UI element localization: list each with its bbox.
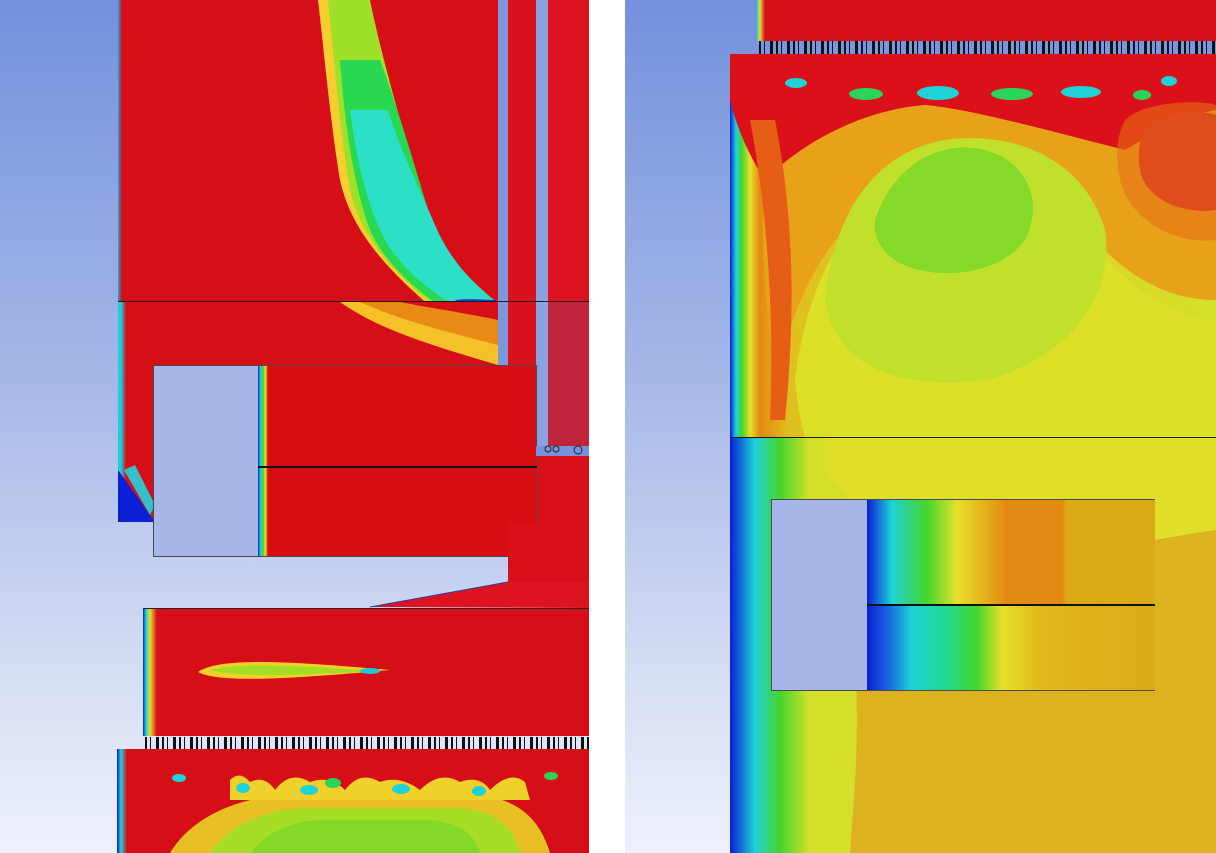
left-contour-panel (0, 0, 589, 853)
left-bottom-hotspot-2 (236, 783, 250, 793)
right-inset-gradient-upper (867, 500, 1155, 604)
left-bottom-hotspot-5 (392, 784, 410, 794)
right-inset-blank-area (772, 500, 867, 690)
right-inset-box (771, 499, 1155, 691)
left-bottom-hotspot-1 (172, 774, 186, 782)
left-bottom-hotspot-3 (300, 785, 318, 795)
left-bottom-hotspot-7 (544, 772, 558, 780)
left-bottom-hotspot-4 (325, 778, 341, 788)
left-bottom-hotspot-6 (472, 786, 486, 796)
right-contour-panel (625, 0, 1216, 853)
right-inset-gradient-lower (867, 606, 1155, 690)
right-inset-divider (867, 604, 1155, 606)
probe-markers (544, 445, 583, 455)
right-lower-contours (825, 438, 1216, 853)
